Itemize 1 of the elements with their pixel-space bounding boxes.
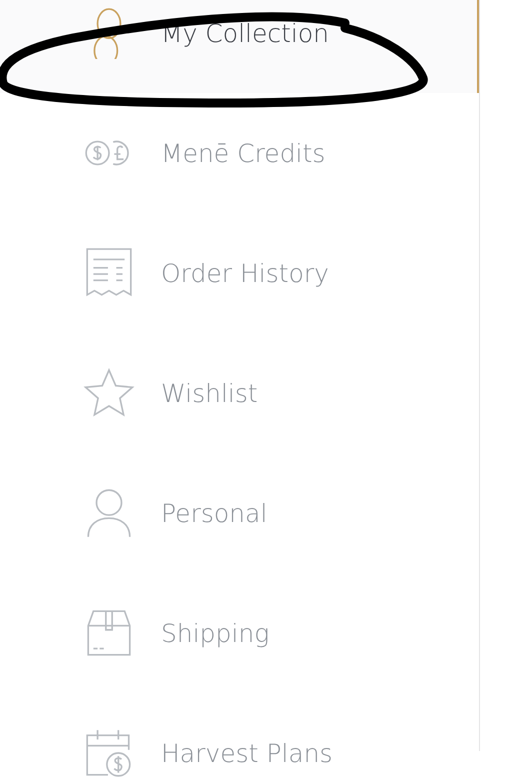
menu-icon: [83, 367, 135, 419]
